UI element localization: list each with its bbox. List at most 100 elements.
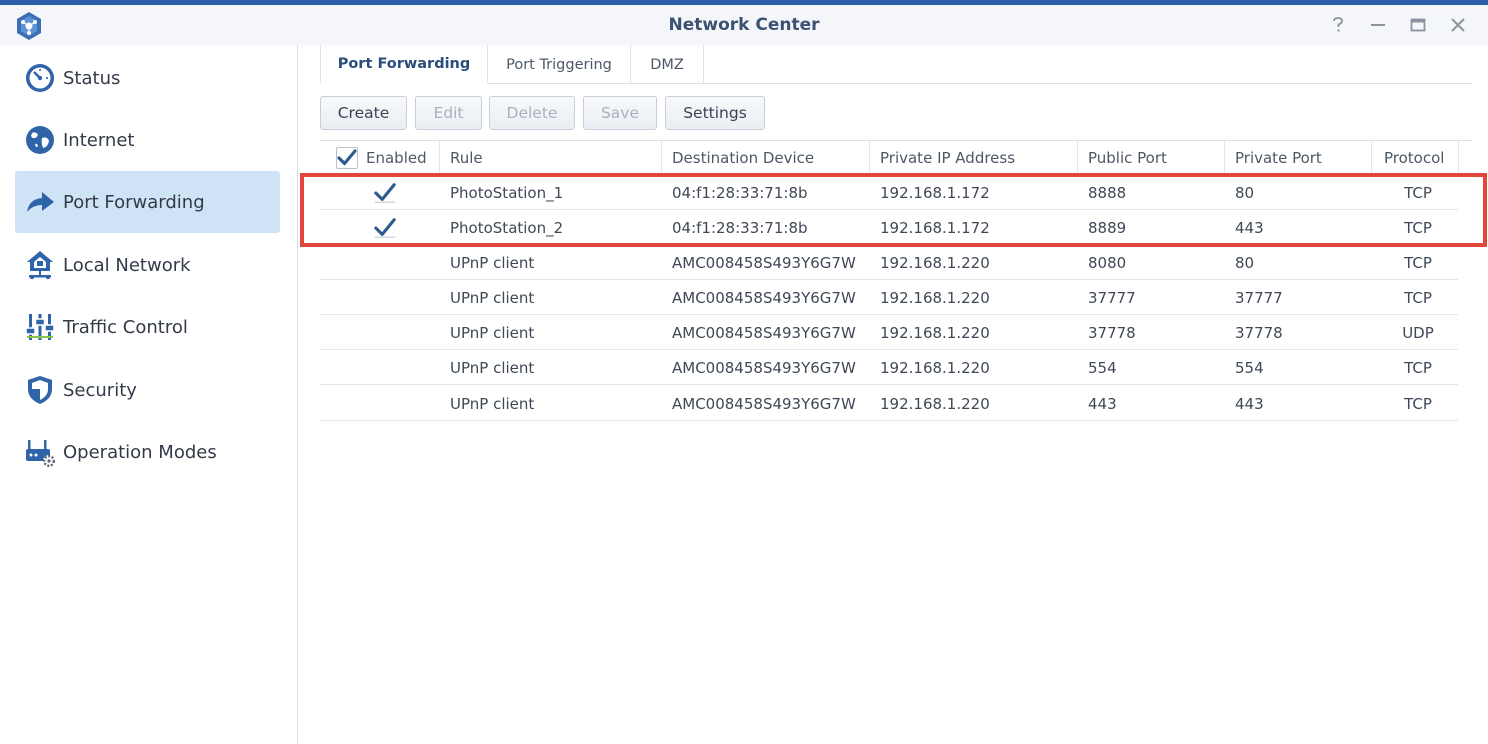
sidebar-item-label: Port Forwarding (63, 191, 205, 213)
row-private-port: 37777 (1235, 288, 1283, 307)
close-icon[interactable] (1446, 13, 1470, 37)
enabled-checkbox[interactable] (374, 217, 396, 239)
sidebar-item-local-network[interactable]: Local Network (15, 234, 280, 296)
row-protocol: TCP (1404, 358, 1432, 377)
row-public-port: 37778 (1088, 323, 1136, 342)
forward-arrow-icon (23, 185, 57, 219)
table-row[interactable]: PhotoStation_2 04:f1:28:33:71:8b 192.168… (320, 210, 1458, 245)
row-protocol: TCP (1404, 218, 1432, 237)
sidebar-item-operation-modes[interactable]: Operation Modes (15, 421, 280, 483)
settings-button[interactable]: Settings (665, 96, 765, 130)
maximize-icon[interactable] (1406, 13, 1430, 37)
row-protocol: TCP (1404, 253, 1432, 272)
row-private-port: 80 (1235, 183, 1255, 202)
row-protocol: TCP (1404, 183, 1432, 202)
row-private-port: 443 (1235, 218, 1264, 237)
sidebar-item-security[interactable]: Security (15, 359, 280, 421)
column-header-rule[interactable]: Rule (440, 141, 662, 175)
row-device: AMC008458S493Y6G7W (672, 358, 856, 377)
row-ip: 192.168.1.220 (880, 394, 990, 413)
row-rule: UPnP client (450, 253, 535, 272)
table-row[interactable]: UPnP client AMC008458S493Y6G7W 192.168.1… (320, 386, 1458, 421)
row-protocol: TCP (1404, 394, 1432, 413)
row-ip: 192.168.1.220 (880, 253, 990, 272)
sidebar-item-label: Local Network (63, 254, 191, 276)
enabled-checkbox[interactable] (374, 182, 396, 204)
table-row[interactable]: UPnP client AMC008458S493Y6G7W 192.168.1… (320, 280, 1458, 315)
table-row[interactable]: UPnP client AMC008458S493Y6G7W 192.168.1… (320, 350, 1458, 385)
row-private-port: 443 (1235, 394, 1264, 413)
sidebar-item-label: Status (63, 67, 121, 89)
edit-button[interactable]: Edit (415, 96, 482, 130)
row-device: AMC008458S493Y6G7W (672, 323, 856, 342)
row-public-port: 554 (1088, 358, 1117, 377)
row-device: 04:f1:28:33:71:8b (672, 183, 808, 202)
column-header-destination-device[interactable]: Destination Device (662, 141, 870, 175)
table-row[interactable]: UPnP client AMC008458S493Y6G7W 192.168.1… (320, 245, 1458, 280)
row-device: 04:f1:28:33:71:8b (672, 218, 808, 237)
row-ip: 192.168.1.220 (880, 288, 990, 307)
router-gear-icon (23, 435, 57, 469)
sidebar-item-label: Security (63, 379, 137, 401)
row-public-port: 8889 (1088, 218, 1127, 237)
create-button[interactable]: Create (320, 96, 407, 130)
row-ip: 192.168.1.220 (880, 358, 990, 377)
table-row[interactable]: UPnP client AMC008458S493Y6G7W 192.168.1… (320, 315, 1458, 350)
sidebar-item-internet[interactable]: Internet (15, 109, 280, 171)
row-rule: UPnP client (450, 323, 535, 342)
row-public-port: 443 (1088, 394, 1117, 413)
shield-icon (23, 373, 57, 407)
row-rule: UPnP client (450, 358, 535, 377)
window-title: Network Center (668, 15, 820, 35)
row-private-port: 80 (1235, 253, 1255, 272)
globe-icon (23, 123, 57, 157)
column-header-protocol[interactable]: Protocol (1372, 141, 1459, 175)
row-rule: PhotoStation_1 (450, 183, 564, 202)
delete-button[interactable]: Delete (489, 96, 575, 130)
row-ip: 192.168.1.172 (880, 183, 990, 202)
table-row[interactable]: PhotoStation_1 04:f1:28:33:71:8b 192.168… (320, 175, 1458, 210)
sliders-icon (23, 310, 57, 344)
row-enabled-cell[interactable] (320, 210, 450, 245)
row-private-port: 554 (1235, 358, 1264, 377)
sidebar-item-label: Traffic Control (63, 316, 188, 338)
row-public-port: 37777 (1088, 288, 1136, 307)
tab-dmz[interactable]: DMZ (631, 45, 704, 84)
row-rule: PhotoStation_2 (450, 218, 564, 237)
tab-port-forwarding[interactable]: Port Forwarding (320, 45, 488, 84)
title-bar[interactable]: Network Center (0, 5, 1488, 45)
row-ip: 192.168.1.220 (880, 323, 990, 342)
column-header-public-port[interactable]: Public Port (1078, 141, 1225, 175)
row-protocol: UDP (1402, 323, 1434, 342)
select-all-checkbox[interactable] (336, 147, 358, 169)
row-private-port: 37778 (1235, 323, 1283, 342)
row-rule: UPnP client (450, 394, 535, 413)
row-rule: UPnP client (450, 288, 535, 307)
sidebar-item-label: Operation Modes (63, 441, 217, 463)
tab-port-triggering[interactable]: Port Triggering (488, 45, 631, 84)
sidebar-item-traffic-control[interactable]: Traffic Control (15, 296, 280, 358)
row-device: AMC008458S493Y6G7W (672, 253, 856, 272)
help-icon[interactable] (1326, 13, 1350, 37)
save-button[interactable]: Save (583, 96, 657, 130)
row-device: AMC008458S493Y6G7W (672, 288, 856, 307)
row-public-port: 8080 (1088, 253, 1127, 272)
minimize-icon[interactable] (1366, 13, 1390, 37)
sidebar-item-status[interactable]: Status (15, 47, 280, 109)
row-enabled-cell[interactable] (320, 175, 450, 210)
column-header-private-port[interactable]: Private Port (1225, 141, 1372, 175)
column-header-enabled[interactable]: Enabled (320, 141, 440, 175)
tab-bar: Port Forwarding Port Triggering DMZ (320, 45, 1473, 84)
sidebar-item-label: Internet (63, 129, 135, 151)
column-header-label: Enabled (366, 149, 427, 167)
row-device: AMC008458S493Y6G7W (672, 394, 856, 413)
sidebar-item-port-forwarding[interactable]: Port Forwarding (15, 171, 280, 233)
row-protocol: TCP (1404, 288, 1432, 307)
sidebar: Status Internet Port Forwarding Local Ne… (0, 45, 298, 744)
house-network-icon (23, 248, 57, 282)
gauge-icon (23, 61, 57, 95)
row-ip: 192.168.1.172 (880, 218, 990, 237)
column-header-private-ip[interactable]: Private IP Address (870, 141, 1078, 175)
table-header: Enabled Rule Destination Device Private … (320, 140, 1473, 175)
row-public-port: 8888 (1088, 183, 1127, 202)
